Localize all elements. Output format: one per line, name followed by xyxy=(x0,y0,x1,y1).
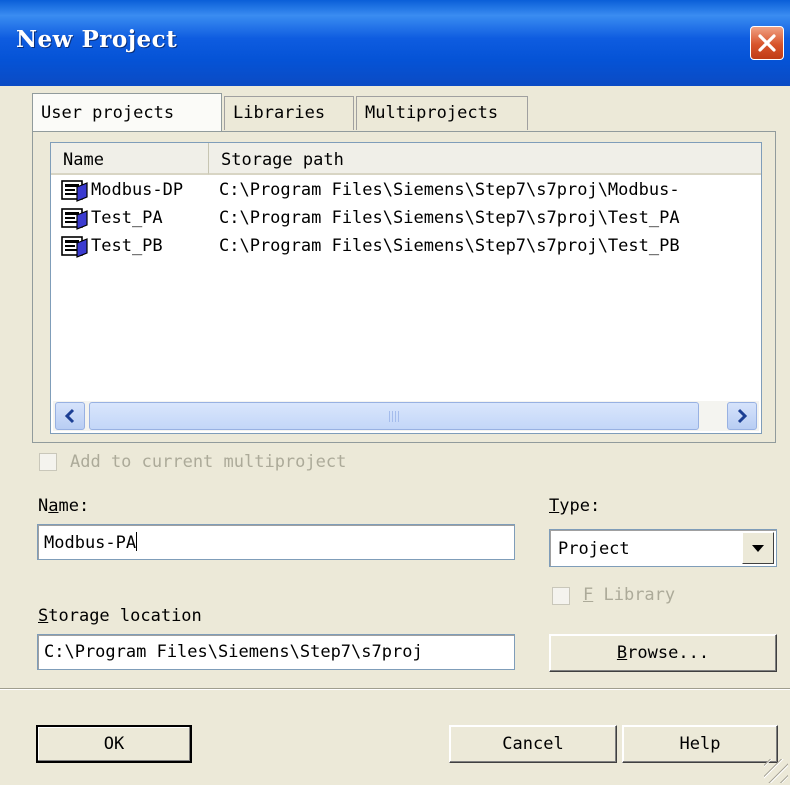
add-to-multiproject-label: Add to current multiproject xyxy=(70,452,347,472)
project-icon xyxy=(61,180,88,202)
list-item[interactable]: Test_PA C:\Program Files\Siemens\Step7\s… xyxy=(51,205,761,233)
type-select[interactable]: Project xyxy=(549,529,777,567)
chevron-left-icon xyxy=(64,408,75,424)
close-icon xyxy=(758,34,776,52)
project-path: C:\Program Files\Siemens\Step7\s7proj\Te… xyxy=(219,236,680,256)
project-path: C:\Program Files\Siemens\Step7\s7proj\Te… xyxy=(219,208,680,228)
text-caret xyxy=(136,532,138,551)
project-path: C:\Program Files\Siemens\Step7\s7proj\Mo… xyxy=(219,180,680,200)
column-header-name[interactable]: Name xyxy=(51,143,209,175)
project-icon xyxy=(61,208,88,230)
project-name: Test_PA xyxy=(91,208,163,228)
project-name: Modbus-DP xyxy=(91,180,184,200)
tab-user-projects[interactable]: User projects xyxy=(32,93,222,131)
tab-libraries[interactable]: Libraries xyxy=(224,96,354,130)
help-button[interactable]: Help xyxy=(622,725,778,763)
browse-button[interactable]: Browse... xyxy=(549,634,777,672)
type-label: Type: xyxy=(549,496,601,516)
list-item[interactable]: Test_PB C:\Program Files\Siemens\Step7\s… xyxy=(51,233,761,261)
storage-location-input[interactable]: C:\Program Files\Siemens\Step7\s7proj xyxy=(37,634,515,670)
new-project-dialog: New Project User projects Libraries Mult… xyxy=(0,0,790,785)
project-icon xyxy=(61,236,88,258)
tab-multiprojects[interactable]: Multiprojects xyxy=(356,96,528,130)
type-dropdown-button[interactable] xyxy=(742,532,774,564)
storage-location-label: Storage location xyxy=(38,606,202,626)
resize-grip-icon[interactable] xyxy=(764,759,788,783)
list-header: Name Storage path xyxy=(51,143,761,175)
cancel-button[interactable]: Cancel xyxy=(449,725,617,763)
type-select-value: Project xyxy=(558,539,630,559)
column-header-storage-path[interactable]: Storage path xyxy=(209,143,761,175)
chevron-down-icon xyxy=(752,545,764,552)
ok-button[interactable]: OK xyxy=(36,725,192,763)
window-title: New Project xyxy=(16,26,178,53)
chevron-right-icon xyxy=(737,408,748,424)
scroll-right-button[interactable] xyxy=(727,402,757,430)
list-rows: Modbus-DP C:\Program Files\Siemens\Step7… xyxy=(51,177,761,261)
separator xyxy=(0,688,790,690)
f-library-label: F Library xyxy=(583,585,676,605)
scroll-left-button[interactable] xyxy=(55,402,85,430)
project-list[interactable]: Name Storage path Modbus-DP C:\Program F… xyxy=(50,142,762,434)
horizontal-scrollbar[interactable] xyxy=(53,401,759,431)
project-name: Test_PB xyxy=(91,236,163,256)
scroll-thumb[interactable] xyxy=(89,402,699,430)
title-bar[interactable]: New Project xyxy=(0,0,790,86)
name-label: Name: xyxy=(38,496,90,516)
name-input[interactable]: Modbus-PA xyxy=(37,524,515,560)
f-library-checkbox[interactable] xyxy=(552,587,570,605)
scroll-grip-icon xyxy=(389,411,401,422)
list-item[interactable]: Modbus-DP C:\Program Files\Siemens\Step7… xyxy=(51,177,761,205)
add-to-multiproject-checkbox[interactable] xyxy=(39,453,57,471)
close-button[interactable] xyxy=(750,26,784,60)
